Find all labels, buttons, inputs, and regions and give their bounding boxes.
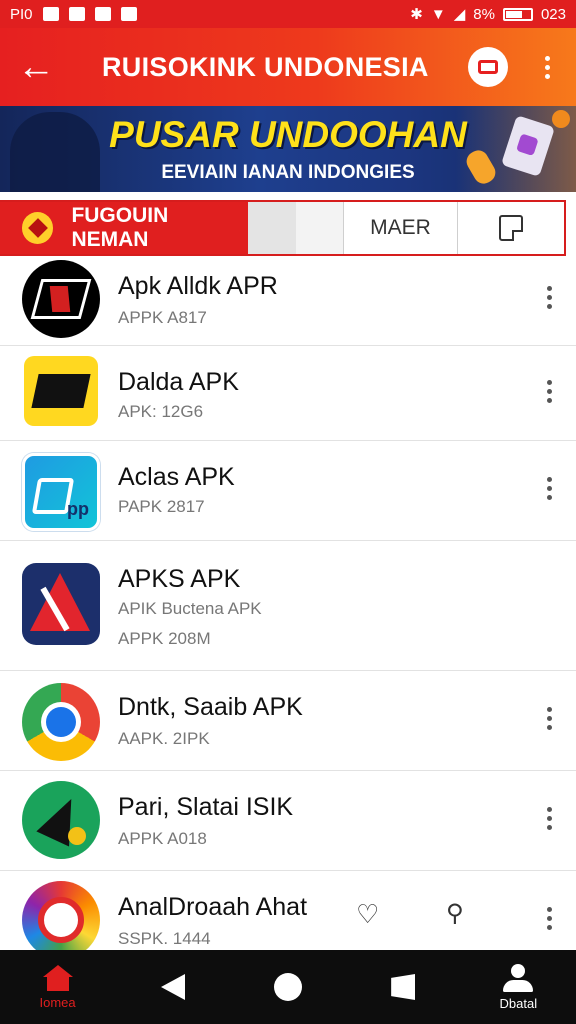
list-item[interactable]: Dntk, Saaib APK AAPK. 2IPK <box>0 671 576 771</box>
app-name: AnalDroaah Ahat <box>118 893 308 921</box>
item-more-button[interactable] <box>544 907 554 930</box>
app-version: APPK A018 <box>118 829 207 848</box>
app-version: APPK A817 <box>118 308 207 327</box>
back-triangle-icon <box>160 974 185 1000</box>
nav-home-label: Iomea <box>39 994 76 1010</box>
tab-blank-1[interactable] <box>248 202 296 254</box>
list-item[interactable]: AnalDroaah Ahat SSPK. 1444 ♡ ⚲ <box>0 871 576 959</box>
nav-center[interactable] <box>243 950 333 1024</box>
app-icon <box>22 683 100 761</box>
tab-bookmark[interactable] <box>458 202 564 254</box>
cast-button[interactable] <box>468 47 508 87</box>
app-version: AAPK. 2IPK <box>118 729 210 748</box>
more-vert-icon <box>544 55 550 61</box>
wifi-icon: ▼ <box>430 5 446 23</box>
tab-featured-label: FUGOUIN NEMAN <box>71 204 169 251</box>
category-logo-icon <box>22 212 54 244</box>
app-title: RUISOKINK UNDONESIA <box>102 51 429 82</box>
tab-maer[interactable]: MAER <box>344 202 458 254</box>
nav-profile-label: Dbatal <box>499 995 538 1011</box>
app-icon <box>24 356 98 426</box>
list-item[interactable]: APKS APK APIK Buctena APK APPK 208M <box>0 541 576 671</box>
back-button[interactable]: ← <box>0 28 72 106</box>
list-item[interactable]: Pari, Slatai ISIK APPK A018 <box>0 771 576 871</box>
home-icon <box>42 964 73 991</box>
app-name: Aclas APK <box>118 463 235 491</box>
app-name: Dalda APK <box>118 368 239 396</box>
item-more-button[interactable] <box>544 707 554 730</box>
heart-icon[interactable]: ♡ <box>356 899 379 930</box>
app-icon <box>22 881 100 959</box>
status-left: PI0 <box>10 6 137 23</box>
app-version: PAPK 2817 <box>118 497 205 516</box>
tab-blank-2[interactable] <box>296 202 344 254</box>
category-tabs: FUGOUIN NEMAN MAER <box>0 200 566 256</box>
overflow-menu-button[interactable] <box>532 55 562 79</box>
app-version: APK: 12G6 <box>118 402 204 421</box>
battery-icon <box>502 7 533 21</box>
app-icon: pp <box>22 453 100 531</box>
bluetooth-icon: ✱ <box>410 6 423 23</box>
nav-home[interactable]: Iomea <box>13 950 103 1024</box>
banner-subtitle: EEVIAIN IANAN INDONGIES <box>161 162 415 183</box>
app-name: Pari, Slatai ISIK <box>118 793 294 821</box>
nav-back[interactable] <box>128 950 218 1024</box>
status-bar: PI0 ✱ ▼ ◢ 8% 023 <box>0 0 576 28</box>
mail-icon <box>68 7 85 21</box>
check-icon <box>94 7 111 21</box>
status-text: PI0 <box>10 5 33 23</box>
app-bar: ← RUISOKINK UNDONESIA <box>0 28 576 106</box>
list-item[interactable]: Dalda APK APK: 12G6 <box>0 346 576 441</box>
search-key-icon[interactable]: ⚲ <box>446 899 464 928</box>
circle-icon <box>273 973 302 1001</box>
camera-icon <box>120 7 137 21</box>
app-list: Apk Alldk APR APPK A817 Dalda APK APK: 1… <box>0 258 576 959</box>
tv-icon <box>478 60 498 74</box>
item-more-button[interactable] <box>544 286 554 309</box>
promo-banner[interactable]: PUSAR UNDOOHAN EEVIAIN IANAN INDONGIES <box>0 106 576 192</box>
app-icon <box>22 781 100 859</box>
banner-title: PUSAR UNDOOHAN <box>109 114 467 155</box>
nav-profile[interactable]: Dbatal <box>473 950 563 1024</box>
back-arrow-icon: ← <box>17 45 55 88</box>
status-right: ✱ ▼ ◢ 8% 023 <box>410 5 566 24</box>
item-more-button[interactable] <box>544 807 554 830</box>
app-version: APPK 208M <box>118 629 211 648</box>
app-version: SSPK. 1444 <box>118 929 211 948</box>
nav-recents[interactable] <box>358 950 448 1024</box>
app-icon <box>22 563 100 645</box>
app-description: APIK Buctena APK <box>118 599 262 618</box>
signal-icon: ◢ <box>453 6 466 23</box>
bookmark-icon <box>499 215 523 241</box>
item-more-button[interactable] <box>544 477 554 500</box>
app-name: Apk Alldk APR <box>118 272 278 300</box>
app-name: Dntk, Saaib APK <box>118 693 303 721</box>
app-name: APKS APK <box>118 565 241 593</box>
app-icon <box>22 260 100 338</box>
battery-percent: 8% <box>473 5 495 23</box>
list-item[interactable]: Apk Alldk APR APPK A817 <box>0 258 576 346</box>
tab-featured[interactable]: FUGOUIN NEMAN <box>0 202 248 254</box>
notification-icon <box>42 7 59 21</box>
user-icon <box>511 963 526 978</box>
tab-maer-label: MAER <box>370 216 431 239</box>
recents-icon <box>391 974 416 1000</box>
list-item[interactable]: pp Aclas APK PAPK 2817 <box>0 441 576 541</box>
clock: 023 <box>540 5 566 23</box>
bottom-nav: Iomea Dbatal <box>0 950 576 1024</box>
item-more-button[interactable] <box>544 380 554 403</box>
